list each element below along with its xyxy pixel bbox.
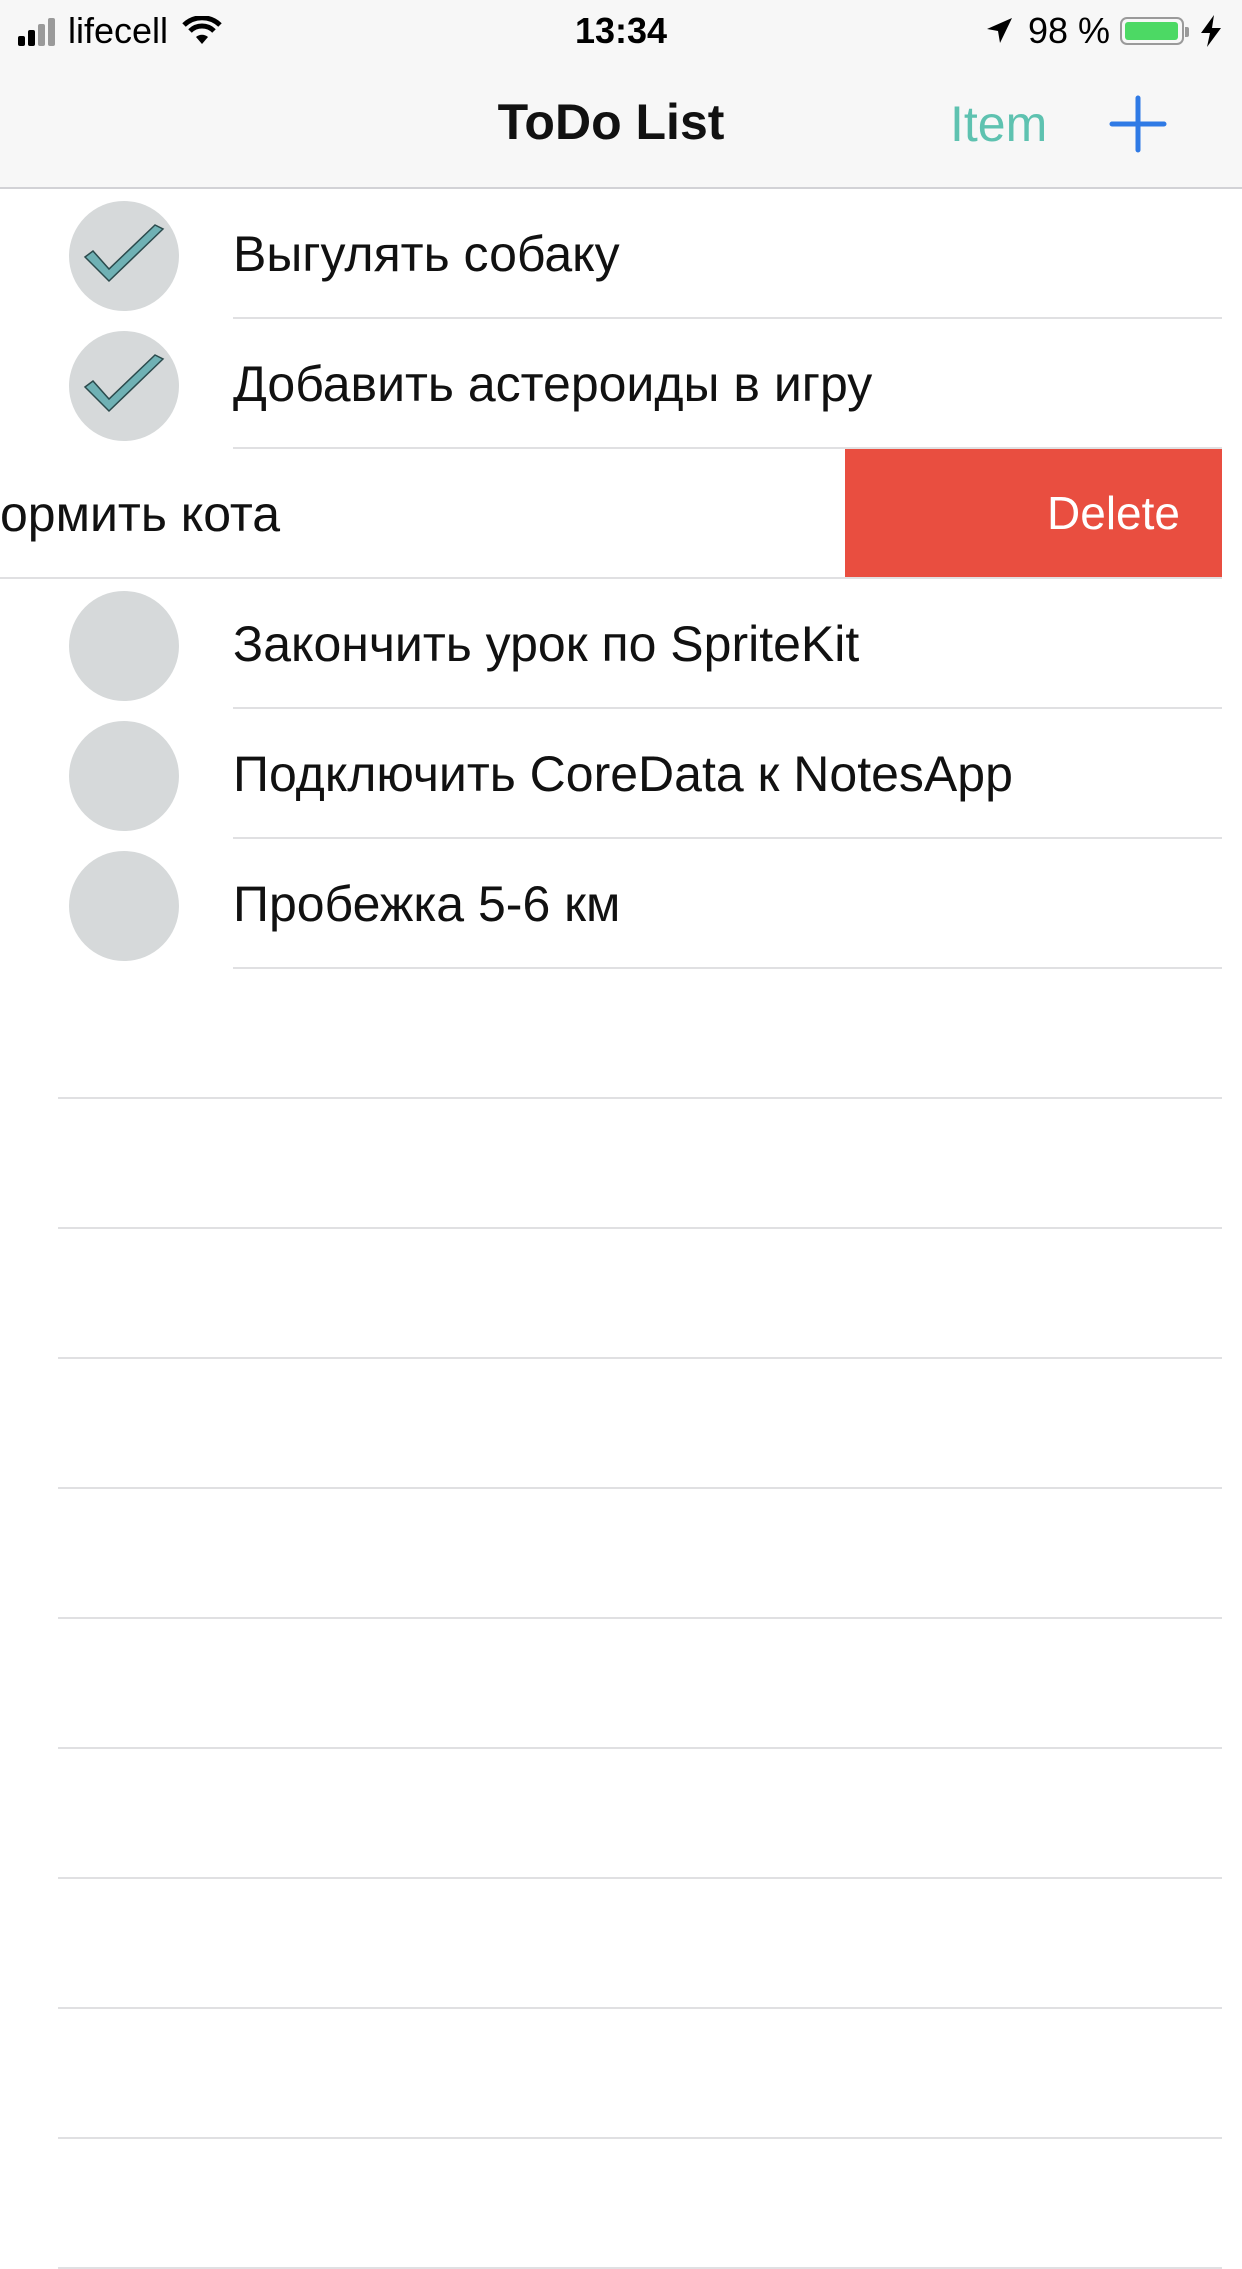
task-row[interactable]: Закончить урок по SpriteKit [0,579,1222,709]
location-arrow-icon [986,18,1012,43]
empty-row [0,1359,1222,1489]
item-button[interactable]: Item [950,94,1047,154]
task-title: Выгулять собаку [233,226,620,282]
checkbox-unchecked[interactable] [69,721,179,831]
plus-icon[interactable] [1108,94,1168,154]
task-list: Выгулять собаку Добавить астероиды в игр… [0,189,1222,2269]
status-right: 98 % [984,10,1224,52]
checkbox-checked[interactable] [69,331,179,441]
task-row[interactable]: Подключить CoreData к NotesApp [0,709,1222,839]
task-row[interactable]: Добавить астероиды в игру [0,319,1222,449]
charging-bolt-icon [1201,15,1221,47]
task-title: Закончить урок по SpriteKit [233,616,860,672]
empty-row [0,1489,1222,1619]
checkbox-unchecked[interactable] [69,591,179,701]
task-row-swiped[interactable]: ормить кота Delete [0,449,1222,579]
task-title: Подключить CoreData к NotesApp [233,746,1013,802]
checkbox-unchecked[interactable] [69,851,179,961]
battery-icon [1120,17,1189,45]
checkbox-checked[interactable] [69,201,179,311]
task-title: Пробежка 5-6 км [233,876,621,932]
checkmark-icon [83,224,165,283]
task-row[interactable]: Пробежка 5-6 км [0,839,1222,969]
task-title: ормить кота [0,486,281,542]
empty-row [0,969,1222,1099]
empty-row [0,1879,1222,2009]
empty-row [0,1749,1222,1879]
task-row[interactable]: Выгулять собаку [0,189,1222,319]
empty-row [0,2009,1222,2139]
delete-button[interactable]: Delete [845,449,1222,577]
empty-row [0,2139,1222,2269]
empty-row [0,1619,1222,1749]
task-title: Добавить астероиды в игру [233,356,873,412]
navigation-bar: ToDo List Item [0,60,1242,189]
status-bar: lifecell 13:34 98 % [0,0,1242,60]
empty-row [0,1099,1222,1229]
empty-row [0,1229,1222,1359]
checkmark-icon [83,354,165,413]
battery-percent: 98 % [1027,10,1110,51]
